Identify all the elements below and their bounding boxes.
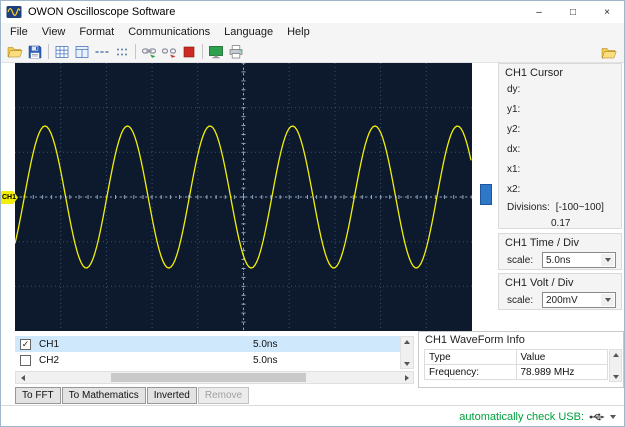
- dashed-line-icon[interactable]: [92, 42, 112, 62]
- cursor-field-dx: dx:: [507, 144, 521, 155]
- window-controls: – □ ×: [522, 1, 624, 23]
- dot-grid-icon[interactable]: [112, 42, 132, 62]
- ch1-cursor-panel: CH1 Cursor dy: y1: y2: dx: x1: x2: Divis…: [498, 63, 622, 229]
- close-button[interactable]: ×: [590, 1, 624, 23]
- waveform-info-scrollbar[interactable]: [609, 349, 622, 382]
- divisions-row: Divisions: [-100~100]: [499, 200, 621, 216]
- menu-view[interactable]: View: [35, 23, 73, 41]
- toolbar-separator: [135, 44, 136, 59]
- info-row-frequency: Frequency: 78.989 MHz: [424, 364, 608, 380]
- chevron-down-icon[interactable]: [601, 294, 614, 306]
- menu-language[interactable]: Language: [217, 23, 280, 41]
- ch1-volt-div-panel: CH1 Volt / Div scale: 200mV: [498, 273, 622, 310]
- horizontal-scrollbar-thumb[interactable]: [111, 373, 306, 382]
- menu-bar: File View Format Communications Language…: [1, 23, 624, 41]
- maximize-button[interactable]: □: [556, 1, 590, 23]
- divisions-label: Divisions:: [507, 202, 550, 213]
- info-value-cell: 78.989 MHz: [515, 364, 608, 380]
- toolbar-separator: [202, 44, 203, 59]
- channel-name: CH2: [39, 354, 60, 366]
- record-icon[interactable]: [179, 42, 199, 62]
- volt-div-title: CH1 Volt / Div: [505, 277, 574, 289]
- channel-timebase: 5.0ns: [253, 354, 278, 366]
- waveform-info-title: CH1 WaveForm Info: [425, 334, 525, 346]
- chevron-down-icon[interactable]: [601, 254, 614, 266]
- info-type-cell: Frequency:: [424, 364, 517, 380]
- time-scale-label: scale:: [507, 254, 534, 266]
- volt-scale-label: scale:: [507, 294, 534, 306]
- oscilloscope-display: [15, 63, 472, 331]
- to-mathematics-button[interactable]: To Mathematics: [61, 387, 146, 404]
- cursor-field-y2: y2:: [507, 124, 521, 135]
- time-div-value: 5.0ns: [546, 254, 571, 266]
- divisions-value: 0.17: [551, 218, 571, 229]
- app-logo-icon: [6, 4, 22, 20]
- status-bar: automatically check USB:: [1, 405, 624, 426]
- channel-timebase: 5.0ns: [253, 338, 278, 350]
- cursor-field-dy: dy:: [507, 84, 521, 95]
- ch2-checkbox[interactable]: [20, 354, 31, 366]
- inverted-button[interactable]: Inverted: [146, 387, 197, 404]
- grid-icon[interactable]: [52, 42, 72, 62]
- scroll-down-arrow-icon[interactable]: [610, 372, 622, 381]
- titlebar: OWON Oscilloscope Software – □ ×: [1, 1, 624, 23]
- save-icon[interactable]: [25, 42, 45, 62]
- window-title: OWON Oscilloscope Software: [28, 6, 176, 18]
- panel-grid-icon[interactable]: [72, 42, 92, 62]
- channel-list-scrollbar[interactable]: [400, 336, 414, 369]
- menu-file[interactable]: File: [3, 23, 35, 41]
- ch1-checkbox[interactable]: [20, 338, 31, 350]
- toolbar: [1, 41, 624, 63]
- usb-dropdown-chevron-icon[interactable]: [610, 415, 616, 419]
- usb-status-text: automatically check USB:: [459, 411, 584, 423]
- menu-help[interactable]: Help: [280, 23, 317, 41]
- info-column-value: Value: [515, 349, 608, 365]
- time-div-title: CH1 Time / Div: [505, 237, 579, 249]
- horizontal-scrollbar[interactable]: [15, 371, 414, 384]
- menu-format[interactable]: Format: [72, 23, 121, 41]
- channel-name: CH1: [39, 338, 60, 350]
- divisions-range: [-100~100]: [555, 202, 604, 213]
- time-div-select[interactable]: 5.0ns: [542, 252, 616, 268]
- ch1-time-div-panel: CH1 Time / Div scale: 5.0ns: [498, 233, 622, 270]
- channel-list: CH1 5.0ns CH2 5.0ns: [15, 336, 414, 369]
- toolbar-separator: [48, 44, 49, 59]
- vertical-position-slider-handle[interactable]: [480, 184, 492, 205]
- info-column-type: Type: [424, 349, 517, 365]
- cursor-field-x2: x2:: [507, 184, 521, 195]
- waveform-info-table: Type Value Frequency: 78.989 MHz: [424, 349, 608, 380]
- channel-row-ch2[interactable]: CH2 5.0ns: [15, 352, 400, 368]
- remove-button: Remove: [197, 387, 250, 404]
- link-disconnect-icon[interactable]: [159, 42, 179, 62]
- app-window: OWON Oscilloscope Software – □ × File Vi…: [0, 0, 625, 427]
- waveform-info-panel: CH1 WaveForm Info Type Value Frequency: …: [418, 331, 624, 388]
- vertical-position-track[interactable]: [478, 63, 494, 331]
- scroll-down-arrow-icon[interactable]: [401, 359, 413, 368]
- volt-div-value: 200mV: [546, 294, 578, 306]
- scroll-up-arrow-icon[interactable]: [401, 337, 413, 346]
- menu-communications[interactable]: Communications: [121, 23, 217, 41]
- channel-row-ch1[interactable]: CH1 5.0ns: [15, 336, 400, 352]
- screen-icon[interactable]: [206, 42, 226, 62]
- scroll-left-arrow-icon[interactable]: [16, 372, 29, 383]
- channel-action-buttons: To FFT To Mathematics Inverted Remove: [15, 387, 250, 404]
- cursor-panel-title: CH1 Cursor: [505, 67, 564, 79]
- scroll-right-arrow-icon[interactable]: [400, 372, 413, 383]
- to-fft-button[interactable]: To FFT: [15, 387, 61, 404]
- volt-div-select[interactable]: 200mV: [542, 292, 616, 308]
- usb-icon: [589, 412, 605, 422]
- open-folder-small-icon[interactable]: [599, 43, 619, 63]
- minimize-button[interactable]: –: [522, 1, 556, 23]
- cursor-field-x1: x1:: [507, 164, 521, 175]
- open-folder-icon[interactable]: [5, 42, 25, 62]
- link-connect-icon[interactable]: [139, 42, 159, 62]
- scroll-up-arrow-icon[interactable]: [610, 350, 622, 359]
- printer-icon[interactable]: [226, 42, 246, 62]
- cursor-field-y1: y1:: [507, 104, 521, 115]
